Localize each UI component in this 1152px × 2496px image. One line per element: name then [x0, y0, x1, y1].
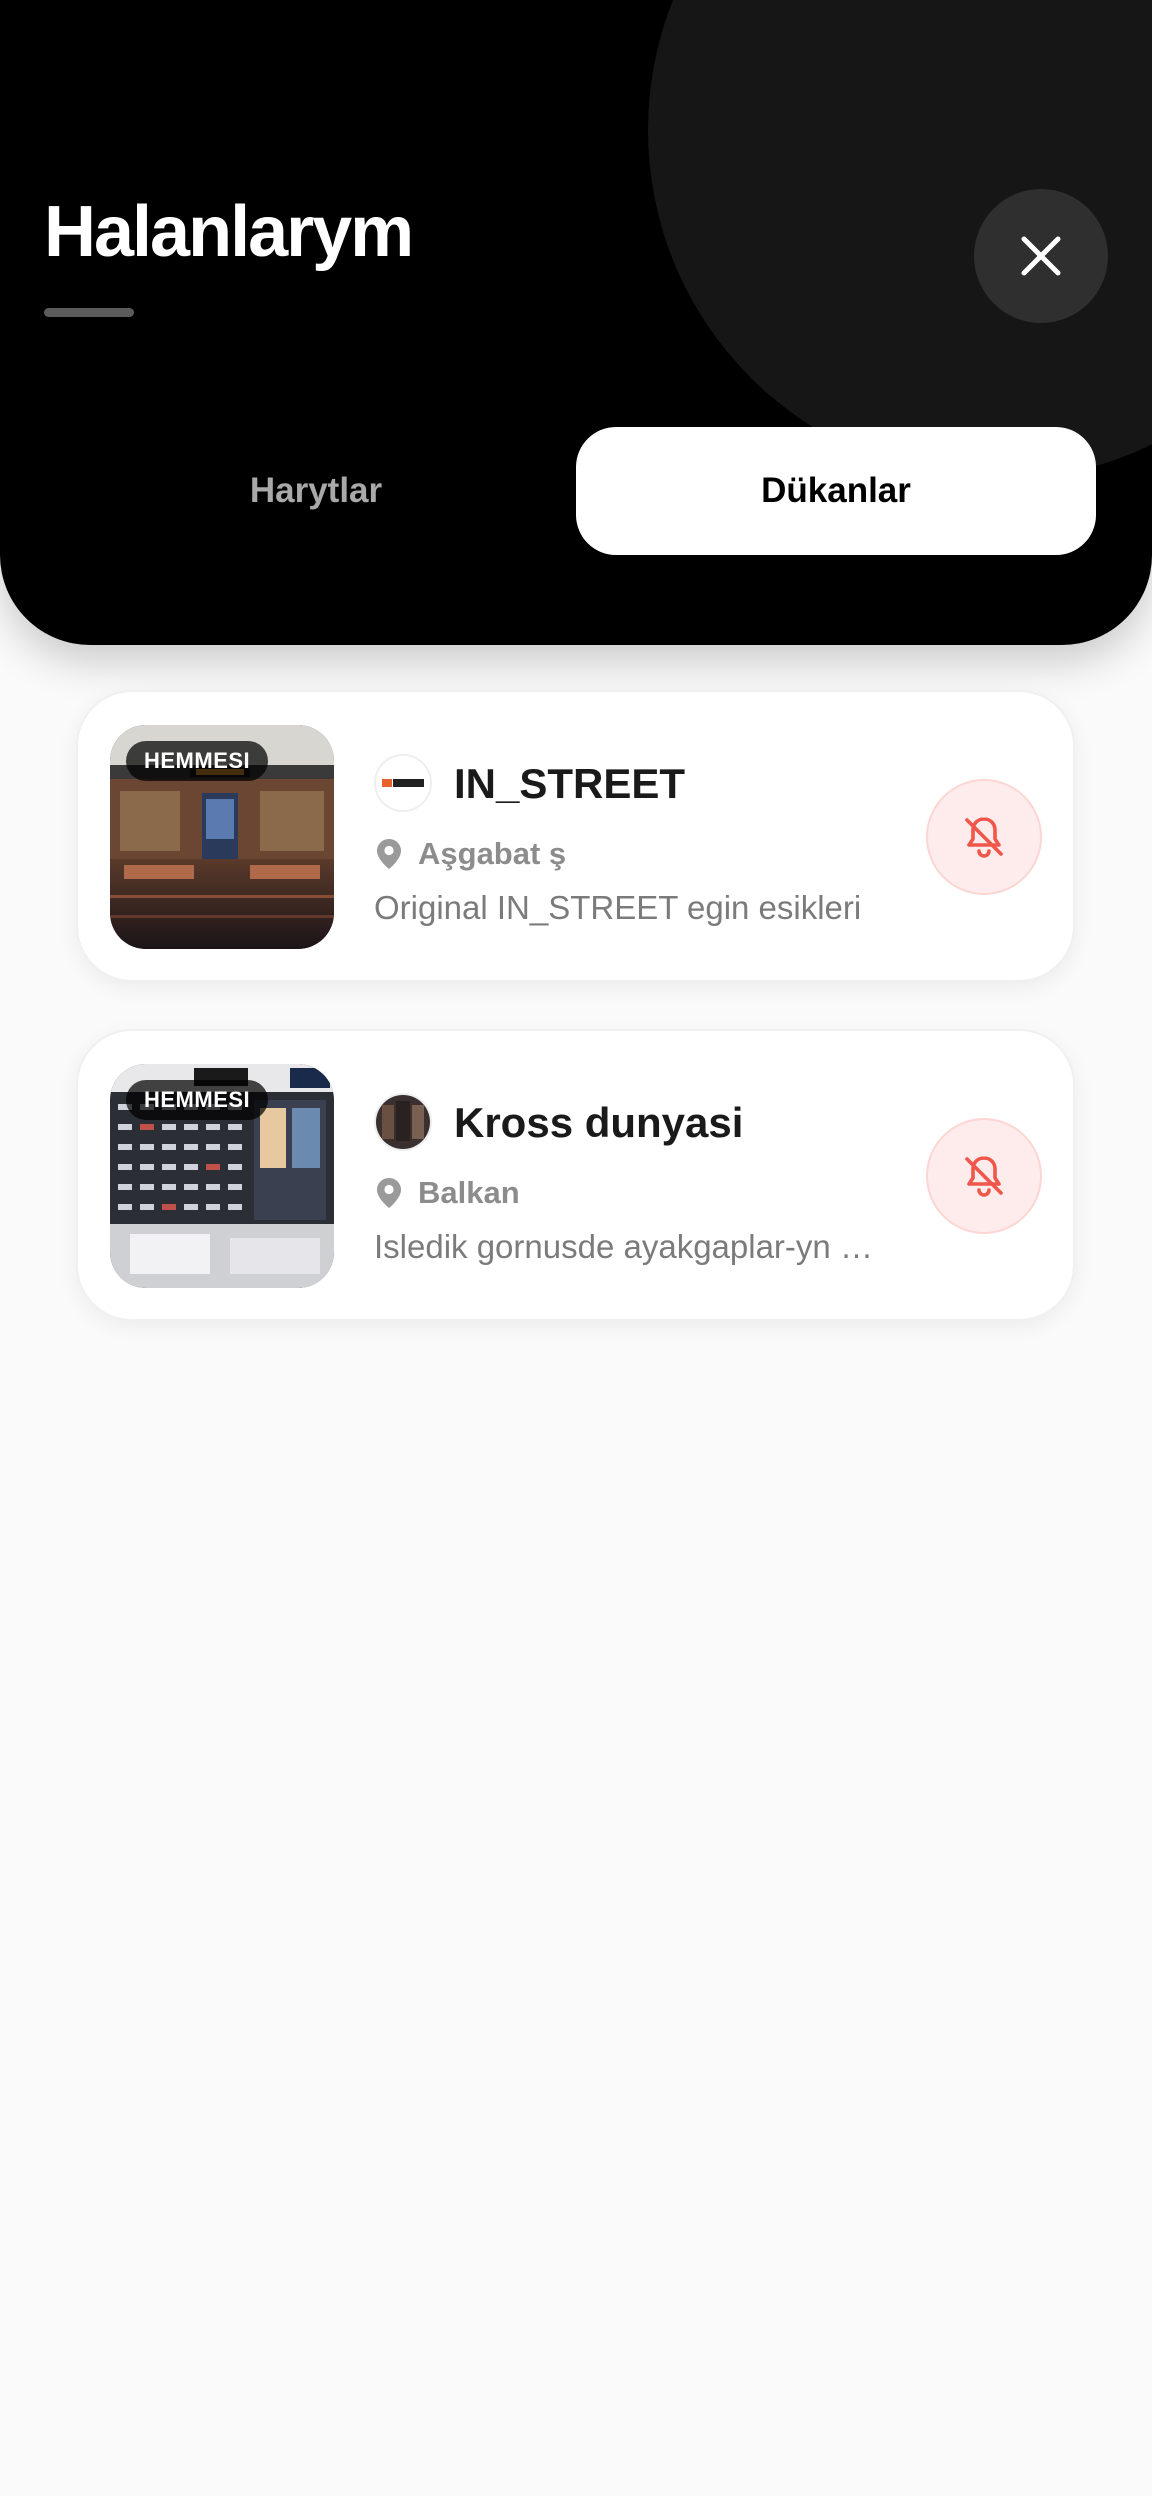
bell-off-icon	[965, 1156, 1003, 1197]
badge-all: HEMMESI	[126, 741, 269, 781]
unsubscribe-button[interactable]	[926, 1118, 1042, 1234]
tab-bar: Harytlar Dükanlar	[0, 427, 1152, 555]
header: Halanlarym Harytlar Dükanlar	[0, 0, 1152, 645]
location-row: Balkan	[374, 1171, 520, 1215]
page-title: Halanlarym	[44, 192, 414, 272]
location-pin-icon	[377, 1178, 401, 1208]
close-icon	[1021, 236, 1061, 276]
title-underline	[44, 308, 134, 317]
bell-off-icon	[965, 817, 1003, 858]
shop-description: Isledik gornusde ayakgaplar-yn we sport …	[374, 1228, 894, 1265]
close-button[interactable]	[974, 189, 1108, 323]
shop-card-kross-dunyasi[interactable]: HEMMESI Kross dunyasi Balkan Isledik gor…	[76, 1029, 1075, 1321]
shop-name: Kross dunyasi	[454, 1099, 744, 1146]
tab-products[interactable]: Harytlar	[56, 427, 576, 555]
location-row: Aşgabat ş	[374, 832, 566, 876]
badge-all: HEMMESI	[126, 1080, 269, 1120]
shop-logo	[374, 754, 432, 812]
shop-name: IN_STREET	[454, 760, 686, 807]
shop-image: HEMMESI	[110, 1064, 334, 1288]
shop-description: Original IN_STREET egin esikleri	[374, 889, 862, 926]
unsubscribe-button[interactable]	[926, 779, 1042, 895]
shop-card-instreet[interactable]: HEMMESI IN_STREET Aşgabat ş Original IN_…	[76, 690, 1075, 982]
shop-logo	[374, 1093, 432, 1151]
shop-image: HEMMESI	[110, 725, 334, 949]
tab-shops[interactable]: Dükanlar	[576, 427, 1096, 555]
location-text: Aşgabat ş	[418, 836, 567, 871]
location-pin-icon	[377, 839, 401, 869]
location-text: Balkan	[418, 1175, 520, 1210]
